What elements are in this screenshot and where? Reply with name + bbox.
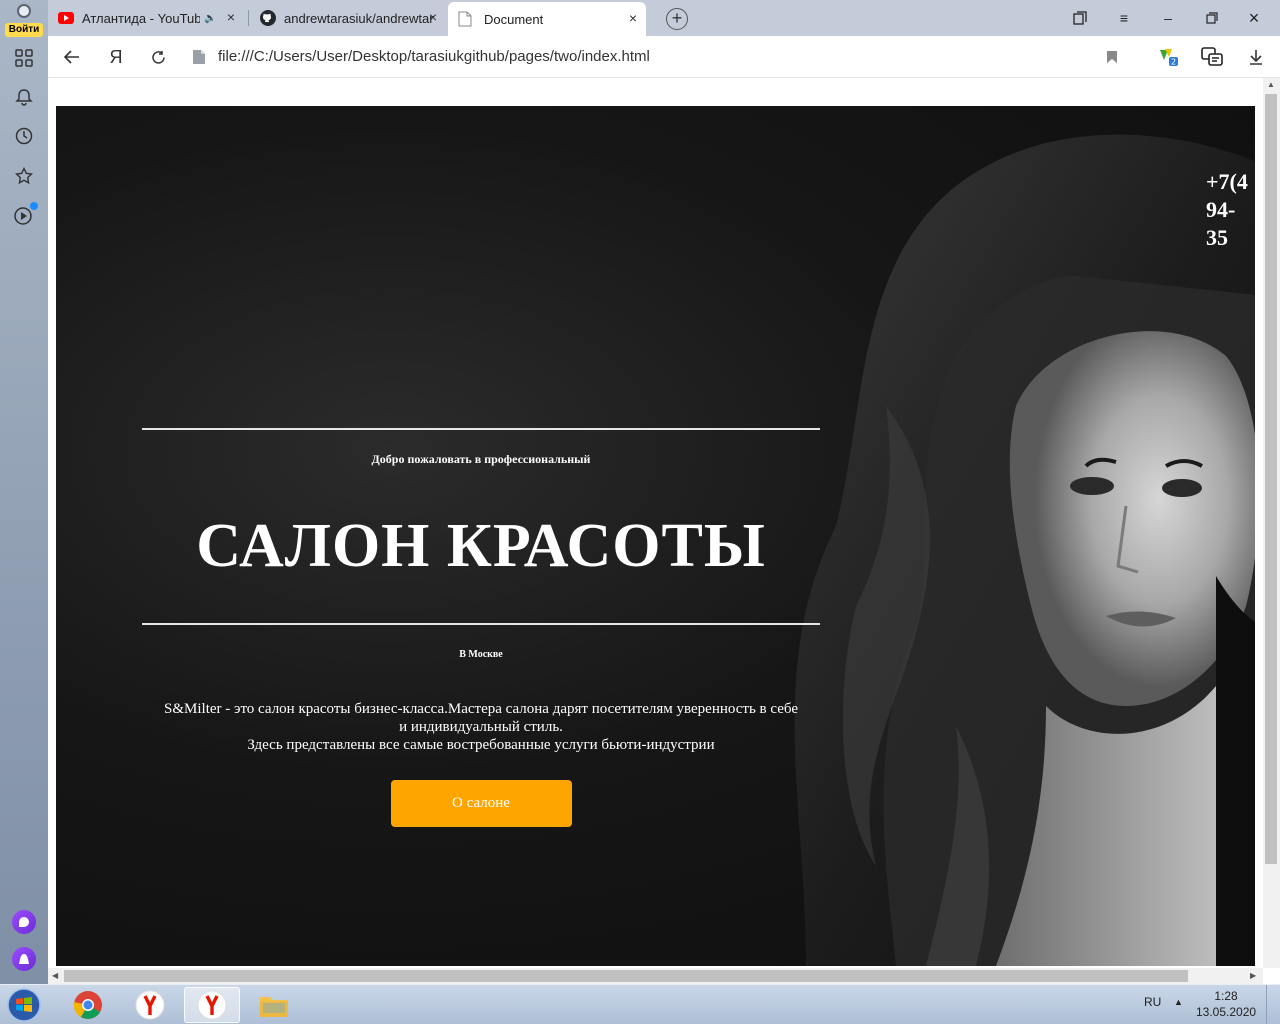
horizontal-scrollbar[interactable]: ◀ ▶ [48, 968, 1263, 984]
divider-top [142, 428, 820, 430]
tab-bar: Атлантида - YouTub 🔈 × andrewtarasiuk/an… [48, 0, 1280, 36]
alice-chat-icon[interactable] [12, 910, 36, 934]
close-tab-icon[interactable]: × [626, 11, 640, 25]
tab-github[interactable]: andrewtarasiuk/andrewtara × [250, 4, 446, 32]
horizontal-scroll-thumb[interactable] [64, 970, 1188, 982]
menu-icon[interactable]: ≡ [1112, 6, 1136, 30]
youtube-icon [58, 12, 74, 24]
scroll-left-arrow-icon[interactable]: ◀ [52, 971, 58, 980]
clock-time: 1:28 [1214, 989, 1238, 1003]
city-text: В Москве [459, 649, 503, 660]
tab-label: andrewtarasiuk/andrewtara [284, 10, 434, 26]
phone-line-2: 94- [1206, 197, 1236, 222]
browser-sidebar: Войти [0, 0, 48, 984]
tab-document[interactable]: Document × [448, 2, 646, 36]
vertical-scrollbar[interactable]: ▲ [1263, 78, 1280, 968]
alice-assistant-icon[interactable] [12, 947, 36, 971]
navigation-bar: Я file:///C:/Users/User/Desktop/tarasiuk… [48, 36, 1280, 78]
description-line-2: и индивидуальный стиль. [399, 719, 563, 735]
document-icon [458, 11, 472, 27]
about-salon-button[interactable]: О салоне [390, 780, 572, 827]
tab-label: Атлантида - YouTub [82, 10, 200, 26]
yandex-browser-icon[interactable] [122, 987, 178, 1023]
scroll-right-arrow-icon[interactable]: ▶ [1250, 971, 1256, 980]
language-indicator[interactable]: RU [1144, 995, 1161, 1009]
media-player-icon[interactable] [12, 202, 38, 228]
description-line-1: S&Milter - это салон красоты бизнес-клас… [164, 701, 798, 717]
page-viewport: +7(4 94- 35 Добро пожаловать в профессио… [48, 78, 1280, 984]
hero-content: Добро пожаловать в профессиональный САЛО… [142, 428, 820, 827]
divider-bottom [142, 623, 820, 625]
page-title: САЛОН КРАСОТЫ [196, 512, 766, 580]
extension-download-icon[interactable]: 2 [1156, 45, 1180, 69]
hero-section: +7(4 94- 35 Добро пожаловать в профессио… [56, 106, 1255, 966]
system-clock[interactable]: 1:28 13.05.2020 [1196, 988, 1256, 1020]
bookmarks-star-icon[interactable] [12, 164, 36, 188]
new-tab-button[interactable]: + [666, 8, 688, 30]
github-icon [260, 10, 276, 26]
reload-icon[interactable] [146, 45, 170, 69]
show-hidden-icons-icon[interactable]: ▲ [1174, 997, 1183, 1007]
media-indicator-dot [30, 202, 38, 210]
close-tab-icon[interactable]: × [426, 10, 440, 24]
address-bar[interactable]: file:///C:/Users/User/Desktop/tarasiukgi… [186, 42, 1086, 72]
vertical-scroll-thumb[interactable] [1265, 94, 1277, 864]
services-grid-icon[interactable] [12, 46, 36, 70]
yandex-browser-active-icon[interactable] [184, 987, 240, 1023]
salon-description: S&Milter - это салон красоты бизнес-клас… [142, 700, 820, 754]
minimize-icon[interactable]: – [1156, 6, 1180, 30]
clock-date: 13.05.2020 [1196, 1005, 1257, 1019]
downloads-icon[interactable] [1244, 45, 1268, 69]
login-badge[interactable]: Войти [5, 23, 43, 37]
translate-icon[interactable] [1200, 45, 1224, 69]
file-explorer-icon[interactable] [246, 987, 302, 1023]
tab-label: Document [484, 11, 544, 27]
welcome-text: Добро пожаловать в профессиональный [371, 452, 591, 466]
woman-portrait-image [794, 134, 1255, 966]
history-clock-icon[interactable] [12, 124, 36, 148]
audio-playing-icon[interactable]: 🔈 [204, 13, 216, 24]
tab-youtube[interactable]: Атлантида - YouTub 🔈 × [48, 4, 244, 32]
phone-line-3: 35 [1206, 225, 1228, 250]
svg-text:2: 2 [1171, 58, 1176, 67]
scroll-up-arrow-icon[interactable]: ▲ [1267, 80, 1275, 89]
start-button-icon[interactable] [4, 987, 44, 1023]
url-text[interactable]: file:///C:/Users/User/Desktop/tarasiukgi… [218, 48, 650, 65]
close-window-icon[interactable]: × [1242, 6, 1266, 30]
phone-number[interactable]: +7(4 94- 35 [1206, 168, 1255, 252]
back-arrow-icon[interactable] [60, 45, 84, 69]
notifications-bell-icon[interactable] [12, 85, 36, 109]
file-icon [193, 50, 205, 64]
chrome-icon[interactable] [60, 987, 116, 1023]
show-desktop-button[interactable] [1266, 985, 1280, 1024]
close-tab-icon[interactable]: × [224, 10, 238, 24]
restore-icon[interactable] [1200, 6, 1224, 30]
phone-line-1: +7(4 [1206, 169, 1248, 194]
description-line-3: Здесь представлены все самые востребован… [247, 737, 715, 753]
bookmark-flag-icon[interactable] [1100, 45, 1124, 69]
windows-taskbar: RU ▲ 1:28 13.05.2020 [0, 984, 1280, 1024]
tabs-overview-icon[interactable] [1068, 6, 1092, 30]
yandex-home-icon[interactable]: Я [104, 45, 128, 69]
